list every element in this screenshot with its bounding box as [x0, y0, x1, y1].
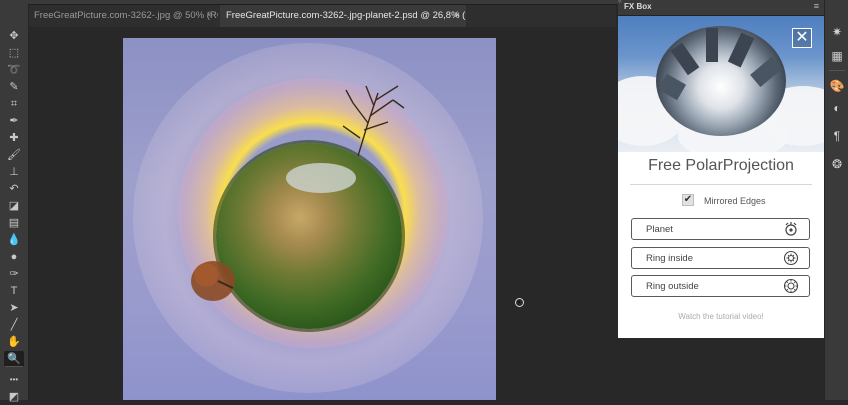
adjust-icon[interactable]: ◐ [829, 100, 845, 116]
collapse-arrows-icon[interactable]: « [618, 0, 622, 5]
grid-icon[interactable]: ▦ [829, 48, 845, 64]
ring-inside-icon [783, 250, 799, 266]
mirrored-edges-checkbox[interactable]: ✔ [682, 194, 694, 206]
pond [286, 163, 356, 193]
marquee-tool[interactable]: ⬚ [4, 45, 24, 61]
close-button[interactable]: ✕ [792, 28, 812, 48]
more-tools[interactable]: ••• [4, 372, 24, 388]
dodge-tool[interactable]: ● [4, 249, 24, 265]
blur-tool[interactable]: 💧 [4, 232, 24, 248]
ring-outside-icon [783, 278, 799, 294]
canvas-area[interactable] [29, 27, 618, 400]
planet-icon [785, 222, 797, 236]
right-panel-strip: ✷ ▦ 🎨 ◐ ¶ ❂ [824, 0, 848, 400]
bare-tree-top [342, 85, 405, 157]
planet-button[interactable]: Planet [631, 218, 810, 240]
button-label: Planet [646, 224, 673, 235]
type-tool[interactable]: T [4, 283, 24, 299]
paragraph-icon[interactable]: ¶ [829, 128, 845, 144]
healing-brush-tool[interactable]: ✚ [4, 130, 24, 146]
tab-close-icon[interactable]: × [206, 5, 212, 27]
line-tool[interactable]: ╱ [4, 317, 24, 333]
tab-label: FreeGreatPicture.com-3262-.jpg-planet-2.… [226, 10, 466, 21]
autumn-tree-left [191, 261, 235, 301]
button-label: Ring outside [646, 281, 699, 292]
panel-title: FX Box [624, 2, 652, 11]
ring-inside-button[interactable]: Ring inside [631, 247, 810, 269]
building [706, 28, 718, 62]
quick-select-tool[interactable]: ✎ [4, 79, 24, 95]
palette-icon[interactable]: 🎨 [829, 78, 845, 94]
lasso-tool[interactable]: ➰ [4, 62, 24, 78]
cursor-indicator [515, 298, 524, 307]
tab-document-1[interactable]: FreeGreatPicture.com-3262-.jpg @ 50% (RG… [28, 5, 218, 27]
divider [630, 184, 812, 185]
eyedropper-tool[interactable]: ✒ [4, 113, 24, 129]
tools-panel: ✥ ⬚ ➰ ✎ ⌗ ✒ ✚ 🖌 ⊥ ↶ ◪ ▤ 💧 ● ✑ T ➤ ╱ ✋ 🔍 ••• ◩ [0, 4, 29, 403]
fx-box-panel: ✕ Free PolarProjection ✔ Mirrored Edges … [618, 16, 824, 338]
panel-menu-icon[interactable]: ≡ [814, 1, 819, 11]
tab-document-2[interactable]: FreeGreatPicture.com-3262-.jpg-planet-2.… [220, 5, 466, 27]
tab-close-icon[interactable]: × [454, 5, 460, 27]
ring-outside-button[interactable]: Ring outside [631, 275, 810, 297]
hand-tool[interactable]: ✋ [4, 334, 24, 350]
path-selection-tool[interactable]: ➤ [4, 300, 24, 316]
banner-image: ✕ [618, 16, 824, 152]
color-swatches[interactable]: ◩ [4, 389, 24, 405]
channels-icon[interactable]: ❂ [829, 156, 845, 172]
sun-icon[interactable]: ✷ [829, 24, 845, 40]
crop-tool[interactable]: ⌗ [4, 96, 24, 112]
fx-box-header: « FX Box ≡ [618, 0, 824, 16]
document-image[interactable] [123, 38, 496, 400]
toolbar-separator [5, 366, 23, 367]
strip-separator [829, 70, 845, 71]
tab-label: FreeGreatPicture.com-3262-.jpg @ 50% (RG… [34, 10, 218, 21]
eraser-tool[interactable]: ◪ [4, 198, 24, 214]
history-brush-tool[interactable]: ↶ [4, 181, 24, 197]
tutorial-link[interactable]: Watch the tutorial video! [618, 312, 824, 321]
gradient-tool[interactable]: ▤ [4, 215, 24, 231]
clone-stamp-tool[interactable]: ⊥ [4, 164, 24, 180]
mirrored-edges-label[interactable]: Mirrored Edges [704, 196, 766, 206]
brush-tool[interactable]: 🖌 [4, 147, 24, 163]
effect-title: Free PolarProjection [648, 157, 794, 174]
pen-tool[interactable]: ✑ [4, 266, 24, 282]
document-tab-bar: FreeGreatPicture.com-3262-.jpg @ 50% (RG… [28, 5, 616, 27]
move-tool[interactable]: ✥ [4, 28, 24, 44]
zoom-tool[interactable]: 🔍 [4, 351, 24, 367]
button-label: Ring inside [646, 253, 693, 264]
